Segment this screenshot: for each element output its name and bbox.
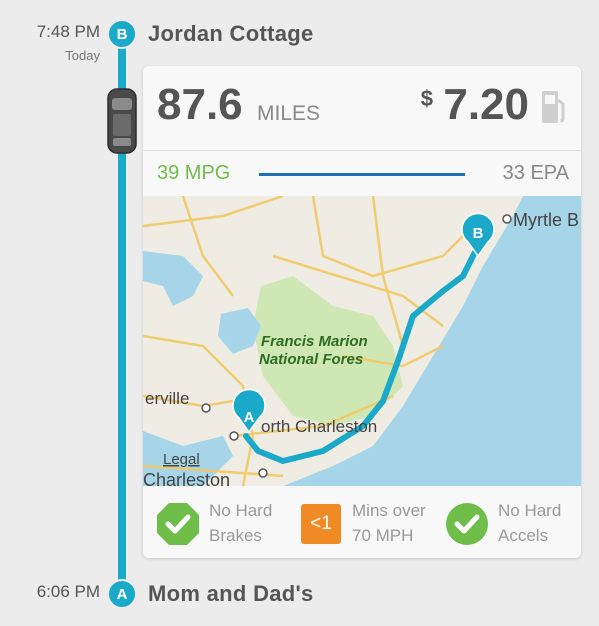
distance-value: 87.6 xyxy=(157,80,243,129)
less-than-one-badge: <1 xyxy=(301,504,341,544)
epa-value: 33 EPA xyxy=(502,162,569,184)
stat-hard-accels: No Hard Accels xyxy=(498,498,561,548)
mpg-comparison-bar xyxy=(259,173,465,176)
distance-unit: MILES xyxy=(257,102,321,125)
map-label-charleston: Charleston xyxy=(143,470,230,486)
stat-hard-accels-line1: No Hard xyxy=(498,501,562,520)
end-day: Today xyxy=(65,48,100,63)
start-location-name[interactable]: Mom and Dad's xyxy=(148,581,314,607)
start-time: 6:06 PM xyxy=(36,582,100,601)
pin-b-label: B xyxy=(473,225,484,242)
map-label-myrtle: Myrtle B xyxy=(513,210,579,230)
fuel-pump-icon xyxy=(542,91,565,123)
distance-cost-row: 87.6 MILES $ 7.20 xyxy=(143,66,581,151)
stat-hard-brakes-line1: No Hard xyxy=(209,501,273,520)
route-map[interactable]: Myrtle B Francis Marion National Fores o… xyxy=(143,196,581,486)
stat-mins-over-line2: 70 MPH xyxy=(352,526,414,545)
map-label-forest-line1: Francis Marion xyxy=(261,333,368,350)
start-badge-a: A xyxy=(107,579,137,609)
mpg-value: 39 MPG xyxy=(157,162,231,184)
end-location-name[interactable]: Jordan Cottage xyxy=(148,21,314,47)
car-icon xyxy=(107,88,137,154)
check-octagon-icon xyxy=(157,503,199,545)
cost-value: 7.20 xyxy=(443,80,529,129)
cost-symbol: $ xyxy=(420,86,433,111)
stat-hard-brakes-line2: Brakes xyxy=(209,526,262,545)
stat-hard-brakes: No Hard Brakes xyxy=(209,498,272,548)
driving-stats-row: No Hard Brakes <1 Mins over 70 MPH No Ha… xyxy=(143,486,581,558)
stat-hard-accels-line2: Accels xyxy=(498,526,549,545)
map-label-north-charleston: orth Charleston xyxy=(261,417,377,436)
stat-mins-over-speed: Mins over 70 MPH xyxy=(352,498,426,548)
end-badge-b: B xyxy=(107,19,137,49)
end-time: 7:48 PM xyxy=(36,22,100,41)
stat-mins-over-line1: Mins over xyxy=(352,501,426,520)
map-label-forest-line2: National Fores xyxy=(259,351,363,368)
trip-card[interactable]: 87.6 MILES $ 7.20 39 MPG 33 EPA Myrtle B… xyxy=(143,66,581,558)
map-label-erville: erville xyxy=(145,389,189,408)
check-circle-icon xyxy=(446,503,488,545)
mpg-row: 39 MPG 33 EPA xyxy=(143,150,581,197)
map-legal-link[interactable]: Legal xyxy=(163,451,200,468)
pin-a-label: A xyxy=(244,409,255,426)
